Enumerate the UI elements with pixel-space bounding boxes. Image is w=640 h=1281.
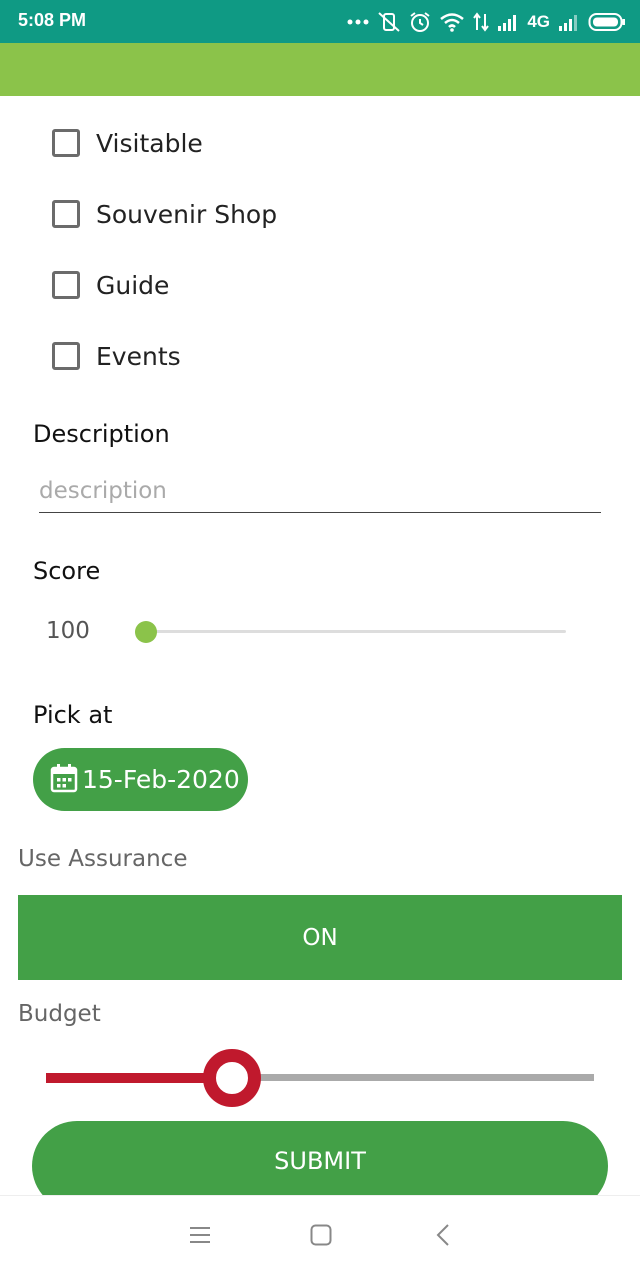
score-slider-thumb[interactable] [135,621,157,643]
status-time: 5:08 PM [18,10,87,30]
assurance-label: Use Assurance [18,846,188,872]
description-label: Description [33,420,170,448]
home-icon[interactable] [310,1224,332,1250]
alarm-icon [409,11,431,33]
battery-icon [588,12,626,32]
menu-icon[interactable] [189,1224,211,1250]
checkbox-box[interactable] [52,342,80,370]
checkbox-souvenir-shop[interactable]: Souvenir Shop [52,198,277,230]
assurance-toggle-button[interactable]: ON [18,895,622,980]
description-input[interactable] [39,470,601,513]
vibrate-off-icon [377,11,401,33]
checkbox-box[interactable] [52,200,80,228]
wifi-icon [439,12,465,32]
score-slider-track[interactable] [146,630,566,633]
score-label: Score [33,557,101,585]
calendar-icon [50,763,78,797]
checkbox-guide[interactable]: Guide [52,269,169,301]
date-picker-button[interactable]: 15-Feb-2020 [33,748,248,811]
back-icon[interactable] [435,1224,451,1250]
network-type: 4G [527,12,550,31]
navigation-bar [0,1195,640,1281]
checkbox-label: Visitable [96,128,203,158]
signal-icon [497,13,519,31]
status-bar: 5:08 PM 4G [0,0,640,43]
checkbox-visitable[interactable]: Visitable [52,127,203,159]
budget-slider-thumb[interactable] [203,1049,262,1107]
data-transfer-icon [473,12,490,32]
checkbox-box[interactable] [52,271,80,299]
checkbox-box[interactable] [52,129,80,157]
budget-label: Budget [18,1001,101,1027]
score-value: 100 [46,618,90,644]
status-icons: 4G [347,8,626,36]
checkbox-events[interactable]: Events [52,340,181,372]
pick-at-label: Pick at [33,701,113,729]
date-value: 15-Feb-2020 [82,765,240,794]
signal-icon [558,13,580,31]
checkbox-label: Souvenir Shop [96,199,278,229]
app-bar [0,43,640,96]
checkbox-label: Guide [96,270,170,300]
dots-icon [347,18,369,26]
checkbox-label: Events [96,341,181,371]
